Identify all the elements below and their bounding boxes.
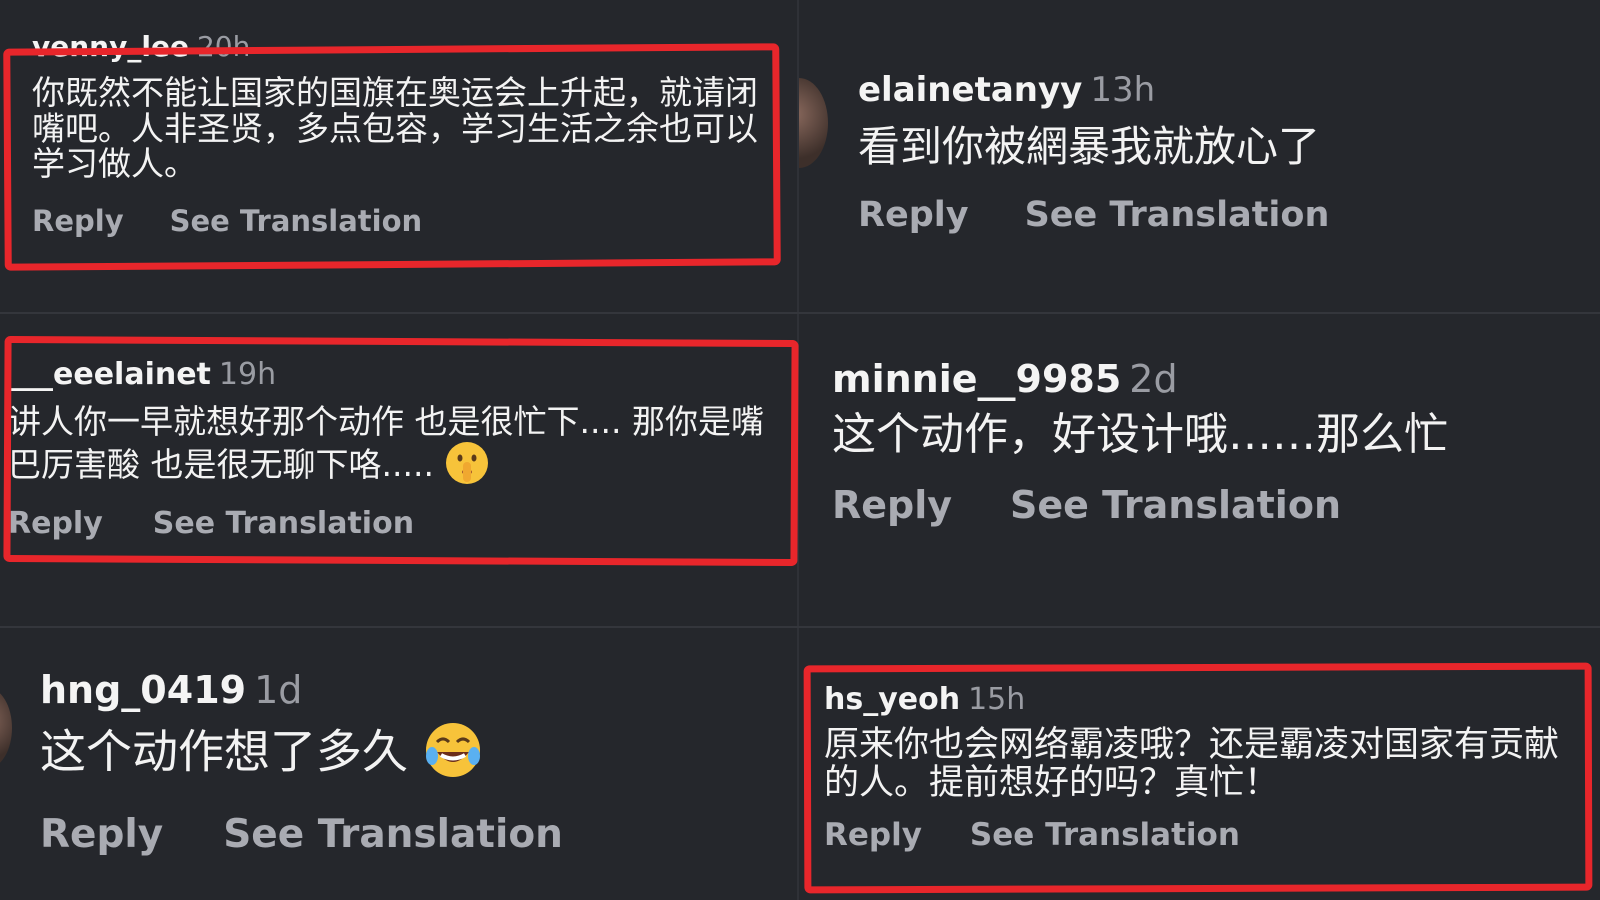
comment-actions: Reply See Translation	[40, 812, 780, 857]
comment-text: 讲人你一早就想好那个动作 也是很忙下.... 那你是嘴巴厉害酸 也是很无聊下咯.…	[8, 404, 793, 492]
timestamp: 19h	[218, 357, 277, 392]
see-translation-button[interactable]: See Translation	[153, 506, 414, 541]
timestamp: 1d	[254, 668, 303, 712]
comment-meta: venny_lee 20h	[32, 30, 782, 63]
comment: hng_0419 1d 这个动作想了多久 Reply See Translation	[40, 668, 780, 857]
divider	[0, 626, 1600, 628]
see-translation-button[interactable]: See Translation	[170, 204, 423, 238]
comment-meta: elainetanyy 13h	[858, 70, 1578, 110]
username[interactable]: minnie__9985	[832, 357, 1121, 401]
see-translation-button[interactable]: See Translation	[1025, 195, 1330, 235]
username[interactable]: hs_yeoh	[824, 682, 960, 717]
comment-meta: ___eeelainet 19h	[8, 357, 793, 392]
comment-actions: Reply See Translation	[8, 506, 793, 541]
reply-button[interactable]: Reply	[32, 204, 124, 238]
comment-text-content: 这个动作想了多久	[40, 724, 408, 779]
reply-button[interactable]: Reply	[8, 506, 103, 541]
comment-text: 这个动作想了多久	[40, 720, 780, 790]
vertical-divider	[797, 0, 799, 900]
comment-text: 原来你也会网络霸凌哦？还是霸凌对国家有贡献的人。提前想好的吗？真忙！	[824, 725, 1560, 803]
divider	[0, 312, 1600, 314]
comment: venny_lee 20h 你既然不能让国家的国旗在奥运会上升起，就请闭嘴吧。人非…	[32, 30, 782, 238]
comment: hs_yeoh 15h 原来你也会网络霸凌哦？还是霸凌对国家有贡献的人。提前想好的…	[824, 682, 1584, 853]
comment-meta: hs_yeoh 15h	[824, 682, 1584, 717]
see-translation-button[interactable]: See Translation	[223, 812, 563, 857]
face-with-tears-of-joy-emoji	[423, 720, 483, 790]
username[interactable]: elainetanyy	[858, 70, 1082, 110]
comment-text: 这个动作，好设计哦……那么忙	[832, 409, 1448, 460]
reply-button[interactable]: Reply	[858, 195, 969, 235]
comment: elainetanyy 13h 看到你被網暴我就放心了 Reply See Tran…	[858, 70, 1578, 235]
timestamp: 20h	[196, 30, 251, 63]
comment-actions: Reply See Translation	[32, 204, 782, 238]
comment-actions: Reply See Translation	[858, 195, 1578, 235]
reply-button[interactable]: Reply	[40, 812, 163, 857]
timestamp: 2d	[1129, 357, 1178, 401]
comment-text-content: 讲人你一早就想好那个动作 也是很忙下.... 那你是嘴巴厉害酸 也是很无聊下咯.…	[8, 402, 764, 484]
comment-text: 看到你被網暴我就放心了	[858, 122, 1321, 171]
timestamp: 13h	[1090, 70, 1156, 110]
reply-button[interactable]: Reply	[832, 483, 952, 527]
see-translation-button[interactable]: See Translation	[1010, 483, 1341, 527]
username[interactable]: venny_lee	[32, 30, 189, 63]
comment-meta: minnie__9985 2d	[832, 357, 1572, 401]
comment-meta: hng_0419 1d	[40, 668, 780, 712]
username[interactable]: hng_0419	[40, 668, 246, 712]
timestamp: 15h	[968, 682, 1026, 717]
comment-actions: Reply See Translation	[832, 483, 1572, 527]
username[interactable]: ___eeelainet	[8, 357, 211, 392]
comment: minnie__9985 2d 这个动作，好设计哦……那么忙 Reply See T…	[832, 357, 1572, 527]
comment: ___eeelainet 19h 讲人你一早就想好那个动作 也是很忙下.... 那…	[8, 357, 793, 541]
see-translation-button[interactable]: See Translation	[970, 817, 1240, 853]
reply-button[interactable]: Reply	[824, 817, 922, 853]
shushing-face-emoji	[444, 440, 490, 493]
comment-text: 你既然不能让国家的国旗在奥运会上升起，就请闭嘴吧。人非圣贤，多点包容，学习生活之…	[32, 73, 758, 184]
comment-actions: Reply See Translation	[824, 817, 1584, 853]
